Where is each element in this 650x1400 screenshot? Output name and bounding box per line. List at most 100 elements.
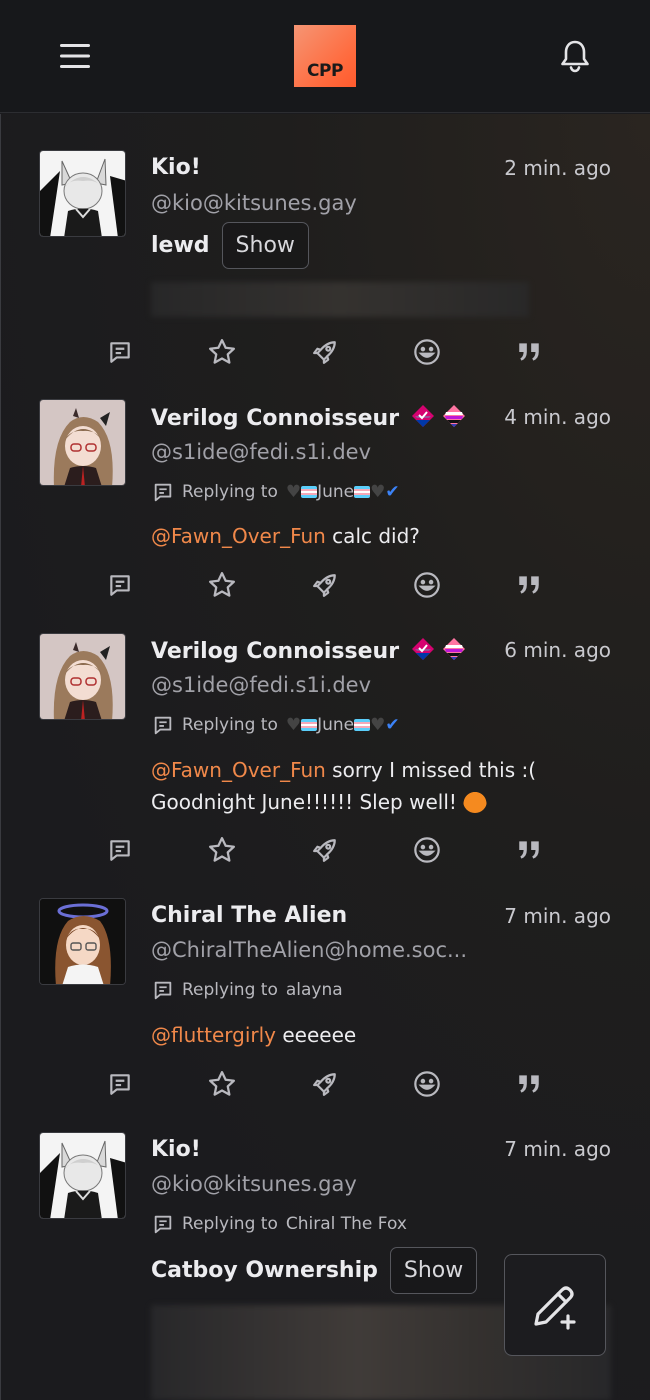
reply-target-name[interactable]: alayna bbox=[286, 980, 343, 1000]
compose-icon bbox=[534, 1286, 576, 1330]
reply-target-name: June bbox=[317, 715, 355, 735]
app-logo[interactable]: CPP bbox=[294, 25, 356, 87]
boost-button[interactable] bbox=[310, 570, 340, 600]
boost-button[interactable] bbox=[310, 835, 340, 865]
react-icon bbox=[413, 338, 441, 366]
display-name[interactable]: Kio! bbox=[151, 155, 201, 180]
mention-link[interactable]: @Fawn_Over_Fun bbox=[151, 524, 326, 548]
show-content-button[interactable]: Show bbox=[389, 1247, 478, 1294]
favorite-icon bbox=[207, 570, 237, 600]
pumpkin-emoji-icon bbox=[463, 789, 488, 813]
react-button[interactable] bbox=[412, 337, 442, 367]
reply-indicator[interactable]: Replying to ♥ June ♥✔ bbox=[152, 714, 400, 736]
quote-icon bbox=[516, 1071, 542, 1097]
mention-link[interactable]: @fluttergirly bbox=[151, 1023, 276, 1047]
reply-icon bbox=[154, 1215, 172, 1234]
boost-icon bbox=[312, 572, 338, 598]
boost-button[interactable] bbox=[310, 337, 340, 367]
reply-icon bbox=[107, 572, 133, 598]
avatar[interactable] bbox=[39, 898, 126, 985]
show-content-button[interactable]: Show bbox=[221, 222, 309, 269]
reply-indicator[interactable]: Replying to Chiral The Fox bbox=[152, 1213, 407, 1235]
reply-button[interactable] bbox=[105, 835, 135, 865]
avatar[interactable] bbox=[39, 1132, 126, 1219]
quote-icon bbox=[516, 572, 542, 598]
post-content: @fluttergirly eeeeee bbox=[151, 1019, 356, 1051]
react-icon bbox=[413, 836, 441, 864]
reply-icon bbox=[154, 981, 172, 1000]
reply-indicator[interactable]: Replying to ♥ June ♥✔ bbox=[152, 481, 400, 503]
quote-button[interactable] bbox=[514, 570, 544, 600]
display-name-text: Verilog Connoisseur bbox=[151, 406, 400, 431]
reply-icon bbox=[107, 339, 133, 365]
boost-button[interactable] bbox=[310, 1069, 340, 1099]
feed-divider bbox=[0, 114, 1, 1400]
post-timestamp[interactable]: 7 min. ago bbox=[504, 904, 611, 928]
compose-button[interactable] bbox=[504, 1254, 606, 1356]
display-name-text: Verilog Connoisseur bbox=[151, 639, 400, 664]
bisexual-flag-icon bbox=[411, 638, 434, 660]
heart-icon: ♥ bbox=[285, 482, 302, 502]
mention-link[interactable]: @Fawn_Over_Fun bbox=[151, 758, 326, 782]
post-text: calc did? bbox=[325, 524, 420, 548]
display-name[interactable]: Verilog Connoisseur bbox=[151, 404, 466, 431]
reply-target-name: June bbox=[317, 482, 355, 502]
heart-icon: ♥ bbox=[370, 482, 386, 502]
react-icon bbox=[413, 1070, 441, 1098]
favorite-button[interactable] bbox=[207, 1069, 237, 1099]
reply-button[interactable] bbox=[105, 1069, 135, 1099]
react-button[interactable] bbox=[412, 570, 442, 600]
post-timestamp[interactable]: 2 min. ago bbox=[504, 156, 611, 180]
user-handle[interactable]: @s1ide@fedi.s1i.dev bbox=[151, 440, 491, 464]
trans-flag-icon bbox=[354, 486, 371, 498]
menu-icon bbox=[60, 44, 90, 68]
react-button[interactable] bbox=[412, 1069, 442, 1099]
user-handle[interactable]: @s1ide@fedi.s1i.dev bbox=[151, 673, 491, 697]
user-handle[interactable]: @ChiralTheAlien@home.soc... bbox=[151, 938, 491, 962]
display-name[interactable]: Kio! bbox=[151, 1137, 201, 1162]
quote-button[interactable] bbox=[514, 1069, 544, 1099]
quote-button[interactable] bbox=[514, 337, 544, 367]
content-warning: lewd Show bbox=[151, 222, 309, 269]
display-name[interactable]: Verilog Connoisseur bbox=[151, 637, 466, 664]
content-warning: Catboy Ownership Show bbox=[151, 1247, 478, 1294]
reply-indicator[interactable]: Replying to alayna bbox=[152, 979, 343, 1001]
reply-icon bbox=[107, 837, 133, 863]
post-actions bbox=[0, 570, 650, 610]
boost-icon bbox=[312, 1071, 338, 1097]
react-button[interactable] bbox=[412, 835, 442, 865]
user-handle[interactable]: @kio@kitsunes.gay bbox=[151, 191, 491, 215]
avatar[interactable] bbox=[39, 399, 126, 486]
post-actions bbox=[0, 337, 650, 377]
user-handle[interactable]: @kio@kitsunes.gay bbox=[151, 1172, 491, 1196]
post-timestamp[interactable]: 6 min. ago bbox=[504, 638, 611, 662]
post-text-line2: Goodnight June!!!!!! Slep well! bbox=[151, 790, 457, 814]
reply-button[interactable] bbox=[105, 570, 135, 600]
top-bar: CPP bbox=[0, 0, 650, 113]
reply-icon bbox=[154, 716, 172, 735]
reply-icon bbox=[154, 483, 172, 502]
avatar[interactable] bbox=[39, 633, 126, 720]
reply-button[interactable] bbox=[105, 337, 135, 367]
menu-button[interactable] bbox=[38, 19, 112, 93]
reply-target-name[interactable]: Chiral The Fox bbox=[286, 1214, 407, 1234]
react-icon bbox=[413, 571, 441, 599]
post-timestamp[interactable]: 4 min. ago bbox=[504, 405, 611, 429]
boost-icon bbox=[312, 339, 338, 365]
reply-target[interactable]: ♥ June ♥✔ bbox=[286, 482, 400, 502]
avatar[interactable] bbox=[39, 150, 126, 237]
bisexual-flag-icon bbox=[411, 405, 434, 427]
notifications-button[interactable] bbox=[538, 19, 612, 93]
post-content: @Fawn_Over_Fun calc did? bbox=[151, 520, 420, 552]
favorite-button[interactable] bbox=[207, 337, 237, 367]
quote-button[interactable] bbox=[514, 835, 544, 865]
post-timestamp[interactable]: 7 min. ago bbox=[504, 1137, 611, 1161]
content-warning-label: Catboy Ownership bbox=[151, 1258, 378, 1283]
display-name[interactable]: Chiral The Alien bbox=[151, 903, 347, 928]
trans-flag-icon bbox=[354, 719, 371, 731]
favorite-button[interactable] bbox=[207, 835, 237, 865]
reply-target[interactable]: ♥ June ♥✔ bbox=[286, 715, 400, 735]
favorite-button[interactable] bbox=[207, 570, 237, 600]
post-actions bbox=[0, 1069, 650, 1109]
post-actions bbox=[0, 835, 650, 875]
